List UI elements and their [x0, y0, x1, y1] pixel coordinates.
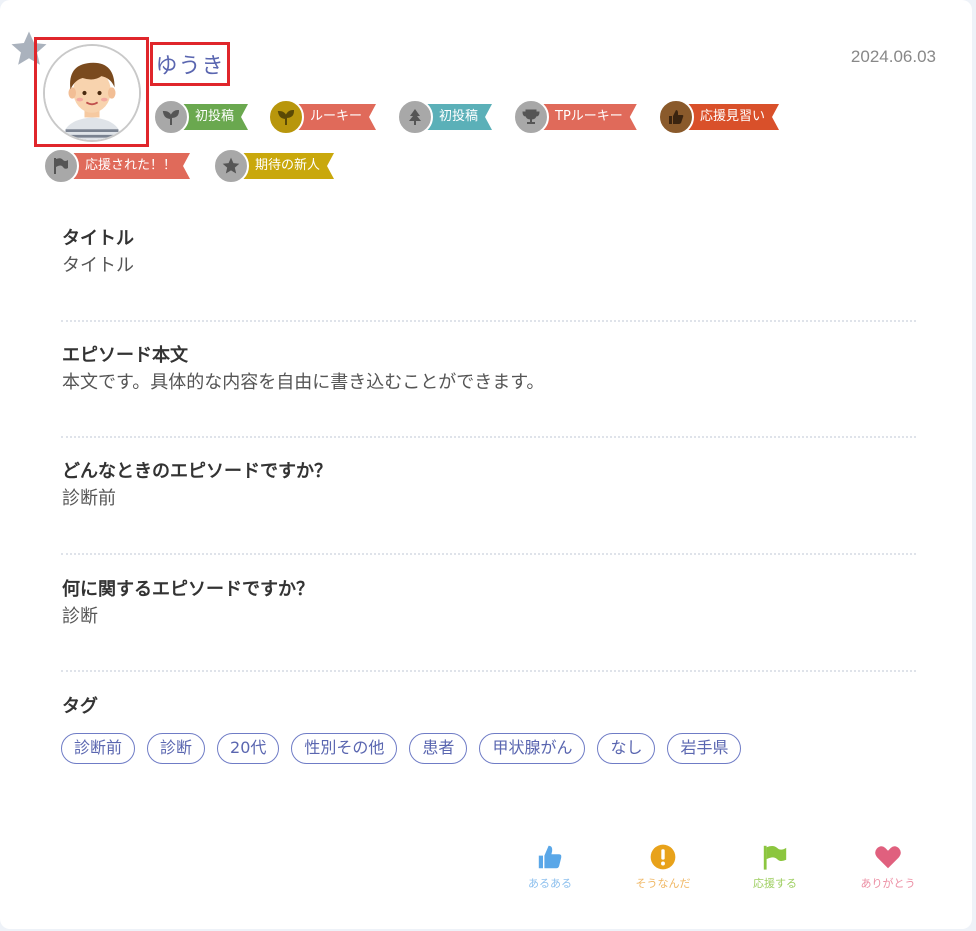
badge-circle	[213, 148, 249, 184]
reaction-ouen-button[interactable]: 応援する	[730, 843, 820, 891]
field-heading: タイトル	[62, 228, 134, 249]
tag-chip[interactable]: なし	[597, 733, 656, 764]
field-episode-body: エピソード本文 本文です。具体的な内容を自由に書き込むことができます。	[62, 343, 915, 397]
field-heading: エピソード本文	[62, 345, 188, 366]
badge-circle	[397, 99, 433, 135]
flag-icon	[763, 845, 787, 870]
field-value: タイトル	[62, 255, 134, 276]
username-highlight: ゆうき	[150, 42, 230, 86]
tag-chip[interactable]: 20代	[217, 733, 280, 764]
sprout-icon	[162, 109, 180, 125]
field-when: どんなときのエピソードですか？ 診断前	[62, 459, 915, 513]
user-avatar-icon	[45, 46, 139, 140]
divider	[61, 670, 916, 672]
reaction-aruaru-button[interactable]: あるある	[505, 843, 595, 891]
reaction-sounanda-button[interactable]: そうなんだ	[618, 843, 708, 891]
badge-label: 応援された！！	[71, 153, 190, 179]
badge-circle	[268, 99, 304, 135]
tag-chip[interactable]: 岩手県	[667, 733, 742, 764]
avatar[interactable]	[43, 44, 141, 142]
field-title: タイトル タイトル	[62, 226, 915, 280]
reaction-label: あるある	[528, 877, 572, 890]
username-link[interactable]: ゆうき	[155, 48, 224, 80]
trophy-icon	[522, 109, 540, 124]
tag-list: 診断前 診断 20代 性別その他 患者 甲状腺がん なし 岩手県	[61, 733, 742, 764]
badge-label: 期待の新人	[241, 153, 334, 179]
tags-heading: タグ	[62, 696, 98, 717]
thumbs-up-icon	[669, 110, 684, 124]
thumbs-up-icon	[538, 845, 562, 869]
badge-label: ルーキー	[296, 104, 376, 130]
badge-label: TPルーキー	[541, 104, 637, 130]
post-card: ゆうき 2024.06.03 初投稿 ルーキー 初投稿 TPルーキー 応援見習い	[0, 0, 972, 929]
field-value: 診断前	[62, 488, 116, 509]
reaction-arigatou-button[interactable]: ありがとう	[843, 843, 933, 891]
field-heading: 何に関するエピソードですか？	[62, 579, 314, 600]
tag-chip[interactable]: 診断	[147, 733, 206, 764]
badge-circle	[43, 148, 79, 184]
reaction-label: 応援する	[753, 877, 797, 890]
tag-chip[interactable]: 甲状腺がん	[479, 733, 586, 764]
tree-icon	[409, 109, 421, 125]
field-heading: どんなときのエピソードですか？	[62, 461, 332, 482]
tag-chip[interactable]: 患者	[409, 733, 468, 764]
tag-chip[interactable]: 性別その他	[291, 733, 398, 764]
field-about: 何に関するエピソードですか？ 診断	[62, 577, 915, 631]
reaction-label: そうなんだ	[635, 877, 691, 890]
reaction-label: ありがとう	[860, 877, 916, 890]
heart-icon	[875, 846, 901, 869]
field-value: 診断	[62, 606, 98, 627]
flag-icon	[54, 158, 68, 174]
divider	[61, 553, 916, 555]
post-date: 2024.06.03	[850, 47, 936, 66]
star-icon	[222, 157, 240, 174]
badge-circle	[153, 99, 189, 135]
badge-label: 初投稿	[181, 104, 248, 130]
tags-section: タグ	[62, 694, 915, 720]
badge-label: 初投稿	[425, 104, 492, 130]
tag-chip[interactable]: 診断前	[61, 733, 136, 764]
divider	[61, 320, 916, 322]
badge-label: 応援見習い	[686, 104, 779, 130]
badge-circle	[658, 99, 694, 135]
divider	[61, 436, 916, 438]
avatar-highlight	[34, 37, 149, 147]
badge-circle	[513, 99, 549, 135]
sprout-icon	[277, 109, 295, 125]
field-value: 本文です。具体的な内容を自由に書き込むことができます。	[62, 372, 545, 393]
exclamation-icon	[650, 844, 676, 870]
